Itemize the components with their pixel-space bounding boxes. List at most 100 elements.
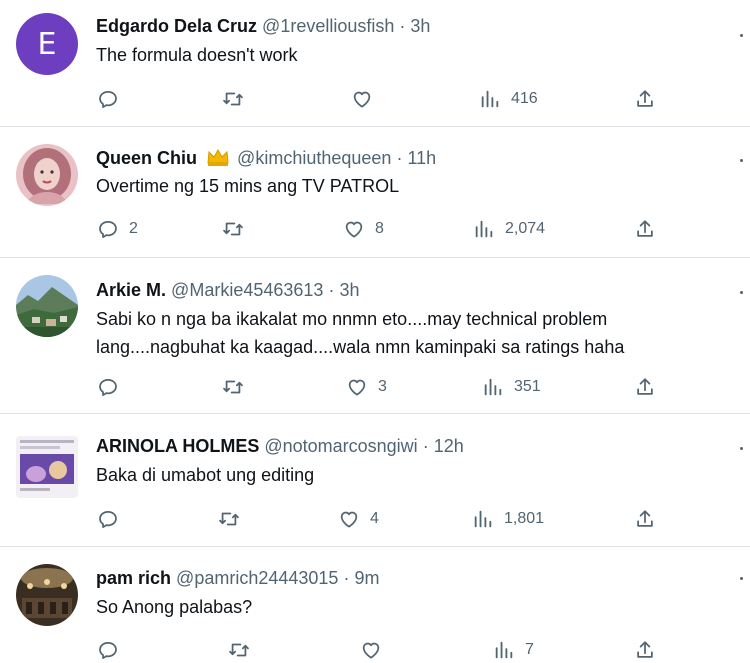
timestamp[interactable]: 11h [407,148,436,168]
user-handle[interactable]: @Markie45463613 [171,280,323,300]
timestamp[interactable]: 12h [434,436,464,456]
share-button[interactable] [634,638,656,662]
user-handle[interactable]: @1revelliousfish [262,16,394,36]
avatar[interactable]: E [16,13,78,75]
share-icon [637,378,653,395]
reply-button[interactable] [97,87,129,111]
reply-button[interactable] [97,638,129,662]
view-count: 351 [514,378,541,395]
tweet-text: So Anong palabas? [96,597,253,617]
more-icon[interactable] [738,575,744,581]
retweet-icon [229,643,249,657]
timestamp[interactable]: 3h [339,280,359,300]
views-button[interactable]: 351 [482,375,541,399]
views-button[interactable]: 1,801 [472,507,544,531]
separator: · [422,436,429,456]
views-icon [474,510,492,528]
share-button[interactable] [634,375,656,399]
reply-count: 2 [129,220,138,237]
retweet-button[interactable] [218,507,250,531]
tweet-card[interactable]: E Edgardo Dela Cruz @1revelliousfish · 3… [0,0,750,127]
avatar[interactable] [16,275,78,337]
retweet-icon [223,92,243,106]
tweet-card[interactable]: Arkie M. @Markie45463613 · 3h Sabi ko n … [0,258,750,414]
retweet-button[interactable] [228,638,260,662]
reply-icon [99,90,117,108]
reply-icon [99,510,117,528]
display-name[interactable]: pam rich [96,568,171,588]
share-button[interactable] [634,87,656,111]
like-icon [340,511,358,528]
retweet-icon [223,222,243,236]
tweet-header: Queen Chiu @kimchiuthequeen · 11h [96,147,690,169]
retweet-button[interactable] [222,87,254,111]
share-button[interactable] [634,217,656,241]
action-bar: 7 [0,638,750,662]
views-button[interactable]: 2,074 [473,217,545,241]
separator: · [343,568,350,588]
action-bar: 3 351 [0,375,750,399]
reply-icon [99,378,117,396]
retweet-icon [219,512,239,526]
user-handle[interactable]: @notomarcosngiwi [264,436,417,456]
reply-icon [99,641,117,659]
timestamp[interactable]: 3h [410,16,430,36]
share-icon [637,220,653,237]
views-button[interactable]: 7 [493,638,534,662]
reply-button[interactable]: 2 [97,217,138,241]
view-count: 416 [511,90,538,107]
like-button[interactable]: 8 [343,217,384,241]
more-icon[interactable] [738,289,744,295]
like-button[interactable] [360,638,392,662]
share-icon [637,90,653,107]
user-handle[interactable]: @kimchiuthequeen [237,148,391,168]
separator: · [396,148,403,168]
tweet-header: Edgardo Dela Cruz @1revelliousfish · 3h [96,15,690,37]
like-count: 4 [370,510,379,527]
like-button[interactable]: 3 [346,375,387,399]
crown-icon [207,148,229,166]
action-bar: 2 8 2,074 [0,217,750,241]
tweet-header: ARINOLA HOLMES @notomarcosngiwi · 12h [96,435,690,457]
view-count: 7 [525,641,534,658]
more-icon[interactable] [738,32,744,38]
avatar[interactable] [16,144,78,206]
retweet-button[interactable] [222,217,254,241]
tweet-card[interactable]: ARINOLA HOLMES @notomarcosngiwi · 12h Ba… [0,414,750,547]
user-handle[interactable]: @pamrich24443015 [176,568,338,588]
share-icon [637,641,653,658]
display-name[interactable]: Queen Chiu [96,148,197,168]
views-button[interactable]: 416 [479,87,538,111]
like-count: 8 [375,220,384,237]
display-name[interactable]: ARINOLA HOLMES [96,436,259,456]
action-bar: 4 1,801 [0,507,750,531]
more-icon[interactable] [738,445,744,451]
view-count: 1,801 [504,510,545,527]
view-count: 2,074 [505,220,546,237]
timestamp[interactable]: 9m [354,568,379,588]
avatar[interactable] [16,564,78,626]
display-name[interactable]: Arkie M. [96,280,166,300]
tweet-text: Baka di umabot ung editing [96,465,315,485]
avatar[interactable] [16,436,78,498]
tweet-text: The formula doesn't work [96,45,298,65]
reply-button[interactable] [97,507,129,531]
retweet-button[interactable] [222,375,254,399]
like-button[interactable] [351,87,383,111]
share-button[interactable] [634,507,656,531]
like-icon [362,642,380,659]
like-count: 3 [378,378,387,395]
tweet-card[interactable]: Queen Chiu @kimchiuthequeen · 11h Overti… [0,127,750,258]
reply-feed: E Edgardo Dela Cruz @1revelliousfish · 3… [0,0,750,663]
tweet-text: Overtime ng 15 mins ang TV PATROL [96,176,400,196]
tweet-header: pam rich @pamrich24443015 · 9m [96,567,690,589]
like-icon [345,221,363,238]
reply-button[interactable] [97,375,129,399]
display-name[interactable]: Edgardo Dela Cruz [96,16,257,36]
views-icon [481,90,499,108]
like-button[interactable]: 4 [338,507,379,531]
tweet-header: Arkie M. @Markie45463613 · 3h [96,279,690,301]
more-icon[interactable] [738,157,744,163]
retweet-icon [223,380,243,394]
tweet-card[interactable]: pam rich @pamrich24443015 · 9m So Anong … [0,547,750,663]
